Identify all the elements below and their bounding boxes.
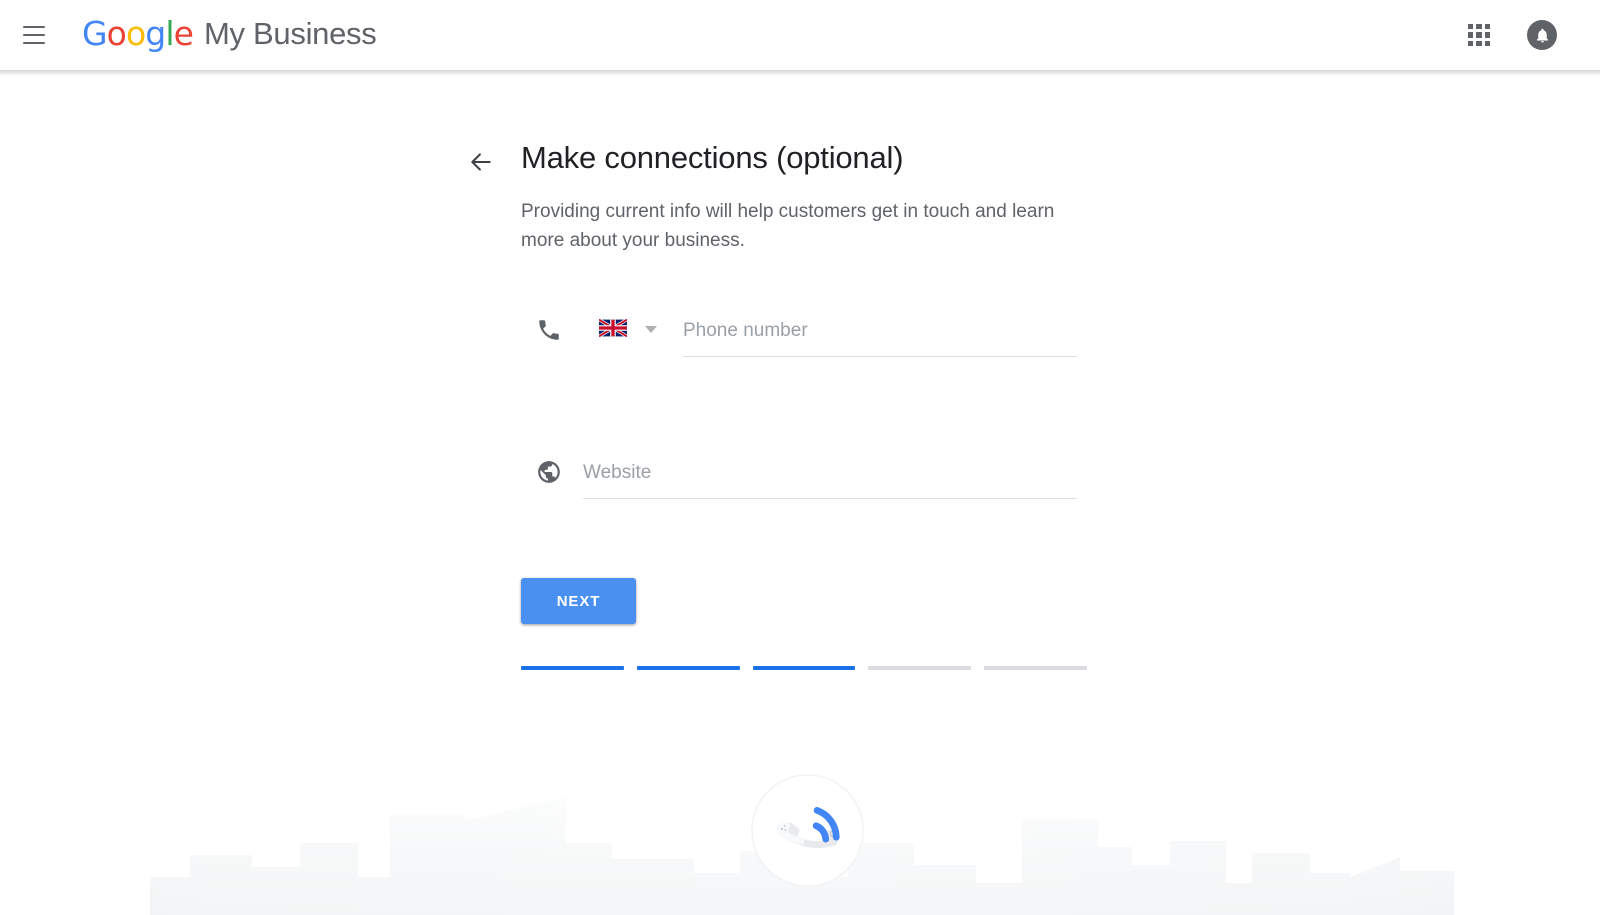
google-letter-o2: o [125,13,146,53]
website-row [521,452,1091,506]
hamburger-bar [23,42,45,44]
app-header: Google My Business [0,0,1600,70]
back-arrow-icon[interactable] [462,143,500,181]
google-letter-g2: g [145,13,166,53]
header-shadow [0,70,1600,76]
page-title: Make connections (optional) [521,140,904,175]
google-letter-l: l [165,13,174,53]
phone-icon [535,316,563,344]
phone-number-row [521,310,1091,364]
google-letter-o1: o [106,13,127,53]
hamburger-menu-icon[interactable] [12,13,56,57]
progress-step-2 [636,666,740,670]
product-name: My Business [204,15,377,51]
website-input[interactable] [583,452,1077,499]
page-subtitle: Providing current info will help custome… [521,201,1055,251]
apps-grid-icon[interactable] [1456,12,1502,58]
phone-number-input[interactable] [683,310,1077,357]
onboarding-progress [521,666,1087,670]
hamburger-bar [23,34,45,36]
ringing-phone-illustration [751,774,864,887]
google-letter-e: e [173,13,194,53]
chevron-down-icon[interactable] [645,326,657,333]
globe-icon [535,458,563,486]
progress-step-3 [752,666,856,670]
google-wordmark: Google [82,13,194,53]
google-letter-g: G [82,13,108,53]
progress-step-4 [868,666,972,670]
google-my-business-logo[interactable]: Google My Business [82,9,377,57]
hamburger-bar [23,26,45,28]
progress-step-1 [521,666,624,670]
united-kingdom-flag-icon[interactable] [599,319,627,337]
progress-step-5 [984,666,1087,670]
next-button[interactable]: NEXT [521,578,636,624]
notification-bell-icon[interactable] [1520,13,1564,57]
